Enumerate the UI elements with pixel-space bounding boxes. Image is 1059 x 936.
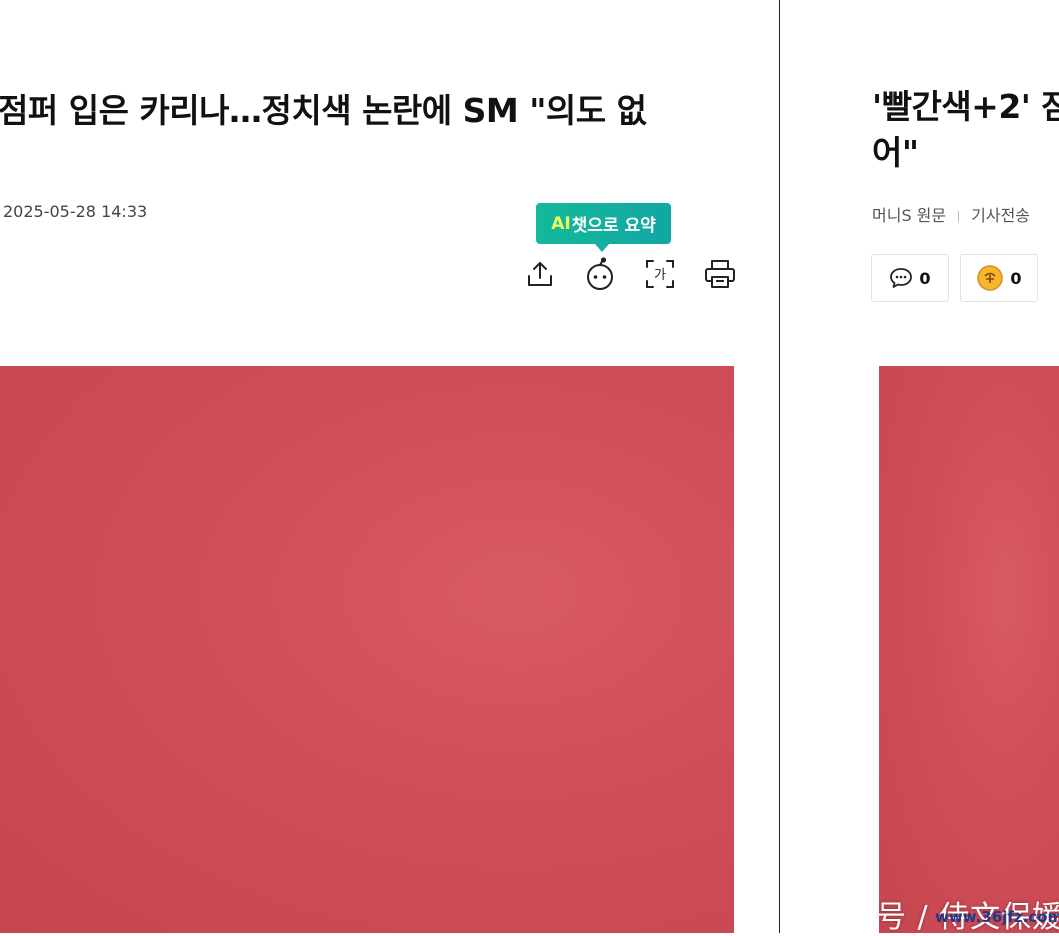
article-title: '빨간색+2' 잠 어" bbox=[872, 84, 1059, 176]
svg-text:가: 가 bbox=[654, 268, 666, 283]
comment-count: 0 bbox=[919, 268, 931, 288]
sent-time-label: 기사전송 bbox=[971, 206, 1031, 225]
reaction-button[interactable]: 0 bbox=[960, 254, 1038, 302]
article-meta: 머니S 원문 기사전송 bbox=[872, 202, 1030, 226]
article-photo bbox=[879, 366, 1059, 933]
watermark-url: www.36jfz.com bbox=[935, 908, 1059, 926]
title-line-1: '빨간색+2' 잠 bbox=[872, 87, 1059, 126]
reaction-emoji-icon bbox=[977, 265, 1004, 291]
ai-summary-label: 챗으로 요약 bbox=[571, 216, 656, 236]
reaction-count: 0 bbox=[1010, 268, 1022, 288]
title-line-2: 어" bbox=[872, 133, 919, 172]
left-article-pane: 점퍼 입은 카리나…정치색 논란에 SM "의도 없 2025-05-28 14… bbox=[0, 0, 779, 933]
source-link[interactable]: 머니S 원문 bbox=[872, 206, 946, 225]
article-datetime: 2025-05-28 14:33 bbox=[3, 202, 148, 221]
share-icon[interactable] bbox=[523, 257, 557, 291]
font-size-icon[interactable]: 가 bbox=[643, 257, 677, 291]
comment-button[interactable]: 0 bbox=[871, 254, 949, 302]
article-title: 점퍼 입은 카리나…정치색 논란에 SM "의도 없 bbox=[0, 91, 647, 130]
article-photo bbox=[0, 366, 734, 933]
ai-chat-bot-icon[interactable] bbox=[583, 257, 617, 291]
ai-summary-tooltip[interactable]: AI 챗으로 요약 bbox=[536, 203, 671, 252]
right-article-pane: '빨간색+2' 잠 어" 머니S 원문 기사전송 0 0 bbox=[780, 0, 1059, 933]
ai-label: AI bbox=[551, 213, 571, 234]
meta-separator bbox=[958, 211, 960, 222]
print-icon[interactable] bbox=[703, 257, 737, 291]
comment-icon bbox=[890, 268, 913, 288]
